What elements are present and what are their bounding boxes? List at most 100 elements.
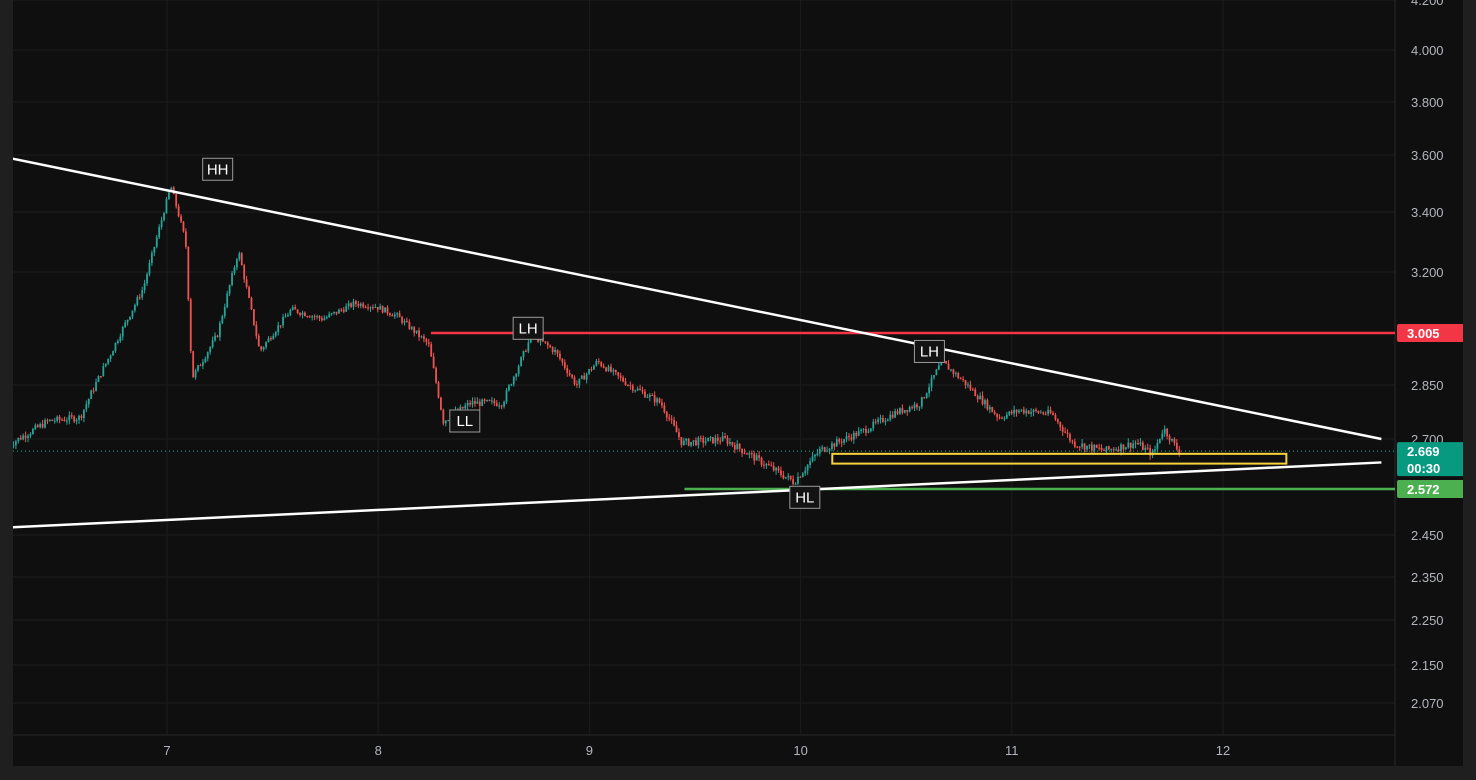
candle bbox=[318, 315, 321, 322]
candle-body bbox=[668, 417, 671, 419]
descending-trendline[interactable] bbox=[13, 157, 1382, 441]
candle bbox=[801, 471, 804, 478]
candle-body bbox=[136, 297, 139, 305]
chart-area[interactable]: 4.200 4.000 3.800 3.600 3.400 3.200 2.850 2.700… bbox=[13, 0, 1463, 766]
candle-body bbox=[1083, 443, 1086, 450]
y-tick-label: 2.350 bbox=[1411, 570, 1444, 585]
candle bbox=[165, 196, 168, 214]
candle-body bbox=[299, 313, 301, 315]
candle-body bbox=[741, 448, 743, 454]
candle-body bbox=[974, 389, 977, 397]
candle bbox=[277, 321, 280, 336]
candle bbox=[1127, 438, 1130, 449]
candle-body bbox=[775, 467, 778, 471]
candle-body bbox=[13, 445, 15, 447]
candle bbox=[270, 336, 272, 342]
candle-body bbox=[624, 381, 627, 385]
candle-body bbox=[831, 443, 833, 450]
candle bbox=[418, 327, 420, 341]
candle-body bbox=[396, 313, 399, 315]
candle bbox=[1052, 410, 1054, 416]
candle-body bbox=[947, 363, 950, 370]
candle-body bbox=[289, 309, 292, 316]
candle-body bbox=[70, 415, 73, 417]
candle bbox=[804, 466, 807, 476]
candle bbox=[22, 433, 25, 441]
candle-body bbox=[760, 457, 763, 465]
candle bbox=[789, 475, 792, 481]
candle bbox=[109, 354, 112, 362]
candle-body bbox=[1069, 434, 1071, 441]
candle bbox=[554, 346, 556, 355]
candle bbox=[862, 428, 865, 433]
candle-body bbox=[469, 402, 471, 405]
candle bbox=[221, 314, 224, 325]
candle-body bbox=[301, 312, 304, 315]
candle bbox=[1163, 425, 1166, 437]
candle bbox=[614, 369, 617, 376]
candle bbox=[27, 433, 29, 443]
candle-body bbox=[90, 390, 93, 399]
candle-body bbox=[381, 306, 384, 313]
annotation-hl[interactable]: HL bbox=[789, 485, 821, 509]
price-chart[interactable]: 4.2004.0003.8003.6003.4003.2002.8502.700… bbox=[13, 0, 1463, 766]
candle bbox=[447, 419, 450, 422]
candle bbox=[760, 456, 763, 468]
candle bbox=[491, 397, 493, 405]
candle-body bbox=[1132, 443, 1135, 448]
candle bbox=[845, 432, 848, 443]
support-zone-box[interactable] bbox=[831, 452, 1288, 465]
candle-body bbox=[160, 219, 163, 228]
candle bbox=[850, 433, 853, 442]
y-tick-label: 3.400 bbox=[1411, 205, 1444, 220]
candle bbox=[860, 428, 863, 434]
candle-body bbox=[63, 419, 66, 422]
candle-body bbox=[401, 317, 403, 323]
candle bbox=[19, 434, 22, 441]
annotation-lh[interactable]: LH bbox=[913, 339, 945, 363]
annotation-ll[interactable]: LL bbox=[449, 409, 481, 433]
candle-body bbox=[959, 378, 962, 380]
candle-body bbox=[444, 420, 447, 424]
candle-body bbox=[355, 301, 357, 305]
candle bbox=[340, 307, 343, 312]
candle bbox=[359, 302, 362, 309]
candle-body bbox=[767, 463, 770, 466]
candle bbox=[14, 439, 17, 450]
candle-body bbox=[1076, 446, 1079, 448]
price-tag-countdown: 00:30 bbox=[1407, 461, 1440, 476]
candle-body bbox=[413, 327, 416, 333]
candle-body bbox=[1073, 441, 1076, 447]
candle bbox=[753, 451, 756, 465]
candle bbox=[971, 387, 974, 391]
candle bbox=[1073, 438, 1076, 449]
candle bbox=[984, 398, 986, 409]
candle-body bbox=[1093, 444, 1096, 451]
candle-body bbox=[573, 377, 576, 385]
annotation-hh[interactable]: HH bbox=[202, 157, 234, 181]
candle-body bbox=[97, 376, 100, 383]
candle bbox=[993, 409, 996, 416]
annotation-lh[interactable]: LH bbox=[512, 316, 544, 340]
candle-body bbox=[78, 415, 80, 420]
candle-body bbox=[503, 401, 505, 407]
candle-body bbox=[367, 307, 369, 309]
ascending-trendline[interactable] bbox=[13, 461, 1382, 529]
candle-body bbox=[840, 441, 843, 443]
candle bbox=[692, 440, 695, 447]
candle bbox=[129, 316, 131, 321]
candle-body bbox=[556, 349, 559, 354]
candle bbox=[935, 368, 938, 376]
candle-body bbox=[364, 307, 367, 309]
candle-body bbox=[889, 414, 892, 420]
candle-body bbox=[216, 335, 219, 338]
candle-body bbox=[498, 405, 501, 407]
annotation-label: HL bbox=[795, 489, 814, 506]
candle-body bbox=[1095, 444, 1098, 448]
candle-body bbox=[588, 369, 590, 374]
candle-body bbox=[661, 402, 663, 406]
candle-body bbox=[746, 453, 748, 455]
candle-body bbox=[712, 437, 714, 444]
candle bbox=[391, 313, 394, 317]
candle bbox=[289, 308, 292, 317]
